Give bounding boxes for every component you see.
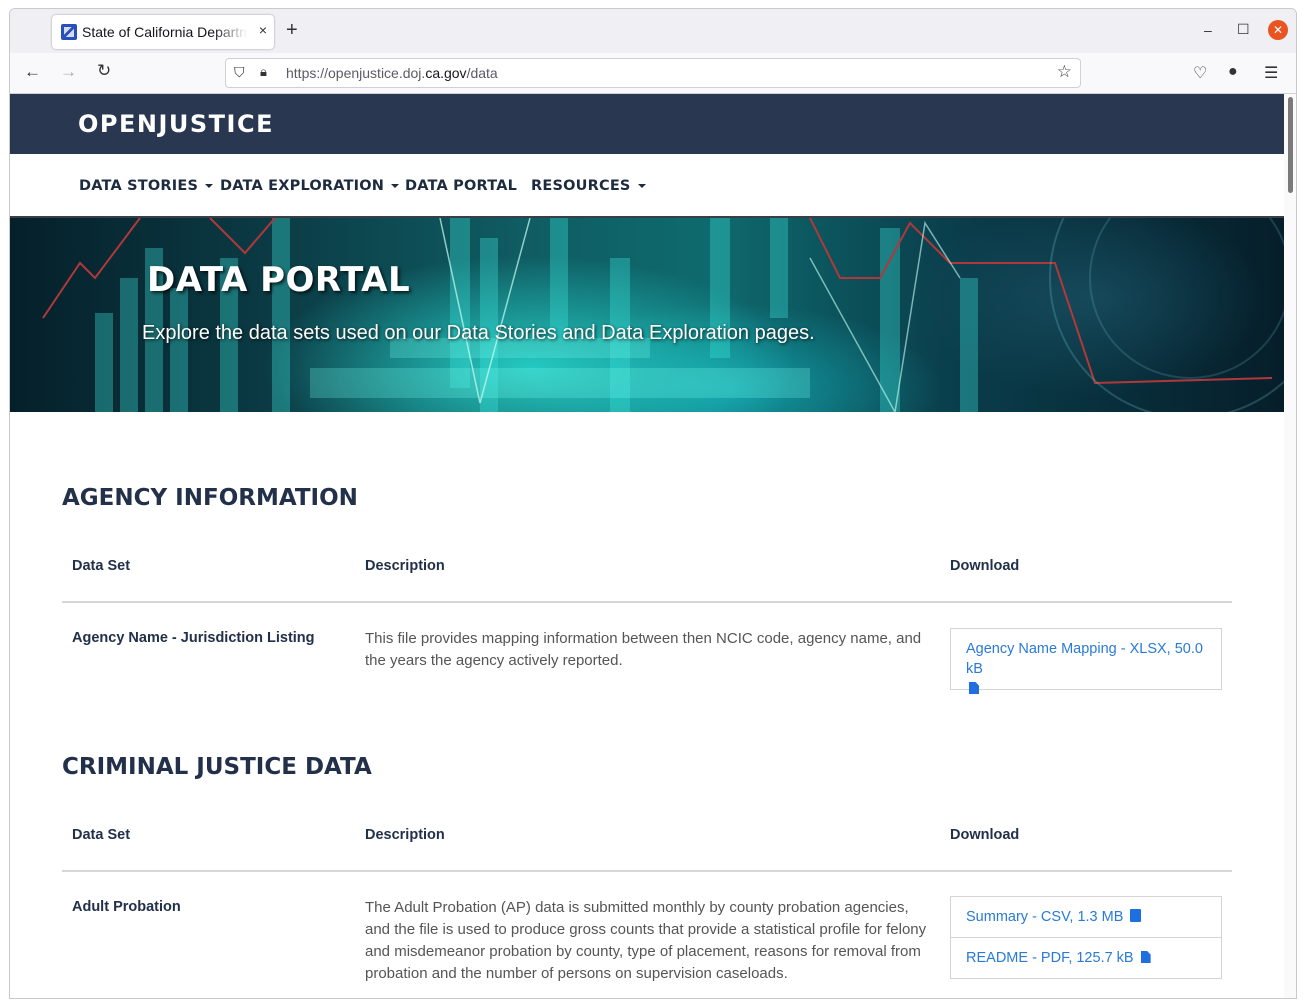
back-button[interactable]: ← xyxy=(24,62,41,82)
app-menu-icon[interactable]: ☰ xyxy=(1264,63,1278,83)
forward-button[interactable]: → xyxy=(60,62,77,82)
column-header-description: Description xyxy=(365,827,445,843)
column-header-dataset: Data Set xyxy=(72,558,131,574)
nav-data-stories[interactable]: DATA STORIES xyxy=(79,178,214,194)
download-link-readme-pdf[interactable]: README - PDF, 125.7 kB xyxy=(951,937,1221,978)
file-icon xyxy=(969,682,979,694)
download-link-agency-name-mapping[interactable]: Agency Name Mapping - XLSX, 50.0 kB xyxy=(951,629,1221,709)
dropdown-caret-icon xyxy=(391,184,400,188)
download-link-summary-csv[interactable]: Summary - CSV, 1.3 MB xyxy=(951,897,1221,937)
url-text[interactable]: https://openjustice.doj.ca.gov/data xyxy=(286,65,498,81)
hero-title: DATA PORTAL xyxy=(147,260,411,300)
file-icon xyxy=(1130,909,1142,922)
hero-banner: DATA PORTAL Explore the data sets used o… xyxy=(10,218,1284,412)
pocket-icon[interactable]: ♡ xyxy=(1193,63,1207,83)
hero-background-graphic xyxy=(42,218,1284,412)
dataset-name: Adult Probation xyxy=(72,899,181,915)
hero-subtitle: Explore the data sets used on our Data S… xyxy=(142,322,815,344)
download-list: Agency Name Mapping - XLSX, 50.0 kB xyxy=(950,628,1222,694)
browser-tab[interactable]: State of California Department of Justic… xyxy=(52,15,274,49)
scrollbar-thumb[interactable] xyxy=(1288,97,1293,193)
download-list: Summary - CSV, 1.3 MB README - PDF, 125.… xyxy=(950,896,1222,979)
lock-icon[interactable]: 🔒︎ xyxy=(260,64,267,80)
page-scrollbar[interactable] xyxy=(1284,94,1296,998)
section-title-agency-information: AGENCY INFORMATION xyxy=(62,485,358,511)
tab-close-icon[interactable]: × xyxy=(259,22,267,38)
dataset-description: The Adult Probation (AP) data is submitt… xyxy=(365,899,927,982)
maximize-window-button[interactable]: ☐ xyxy=(1237,21,1250,38)
openjustice-logo[interactable]: OPENJUSTICE xyxy=(78,110,274,138)
dropdown-caret-icon xyxy=(637,184,646,188)
column-header-description: Description xyxy=(365,558,445,574)
minimize-window-button[interactable]: – xyxy=(1204,22,1212,38)
table-header-divider xyxy=(62,601,1232,603)
navigation-bar: ← → ↻ ⛉ 🔒︎ https://openjustice.doj.ca.go… xyxy=(10,53,1296,94)
site-favicon-icon xyxy=(61,24,77,40)
bookmark-star-icon[interactable]: ☆ xyxy=(1057,62,1072,82)
address-bar[interactable]: ⛉ 🔒︎ https://openjustice.doj.ca.gov/data… xyxy=(225,58,1081,88)
dataset-name: Agency Name - Jurisdiction Listing xyxy=(72,630,315,646)
tab-title: State of California Department of Justic… xyxy=(82,24,247,40)
section-title-criminal-justice-data: CRIMINAL JUSTICE DATA xyxy=(62,754,372,780)
nav-data-portal[interactable]: DATA PORTAL xyxy=(405,178,517,194)
table-header-divider xyxy=(62,870,1232,872)
column-header-download: Download xyxy=(950,827,1020,843)
tab-strip: State of California Department of Justic… xyxy=(10,9,1296,53)
site-header: OPENJUSTICE xyxy=(10,94,1284,154)
close-window-button[interactable]: ✕ xyxy=(1268,20,1288,40)
new-tab-button[interactable]: + xyxy=(286,19,298,42)
reload-button[interactable]: ↻ xyxy=(97,61,111,81)
nav-data-exploration[interactable]: DATA EXPLORATION xyxy=(220,178,400,194)
column-header-download: Download xyxy=(950,558,1020,574)
nav-resources[interactable]: RESOURCES xyxy=(531,178,646,194)
main-navigation: DATA STORIES DATA EXPLORATION DATA PORTA… xyxy=(10,154,1284,218)
page-viewport: OPENJUSTICE DATA STORIES DATA EXPLORATIO… xyxy=(10,94,1284,998)
file-icon xyxy=(1140,951,1151,963)
browser-window: State of California Department of Justic… xyxy=(9,8,1297,999)
column-header-dataset: Data Set xyxy=(72,827,131,843)
dropdown-caret-icon xyxy=(205,184,214,188)
tracking-shield-icon[interactable]: ⛉ xyxy=(234,64,245,81)
dataset-description: This file provides mapping information b… xyxy=(365,630,922,669)
extension-icon[interactable]: ● xyxy=(1228,63,1238,81)
